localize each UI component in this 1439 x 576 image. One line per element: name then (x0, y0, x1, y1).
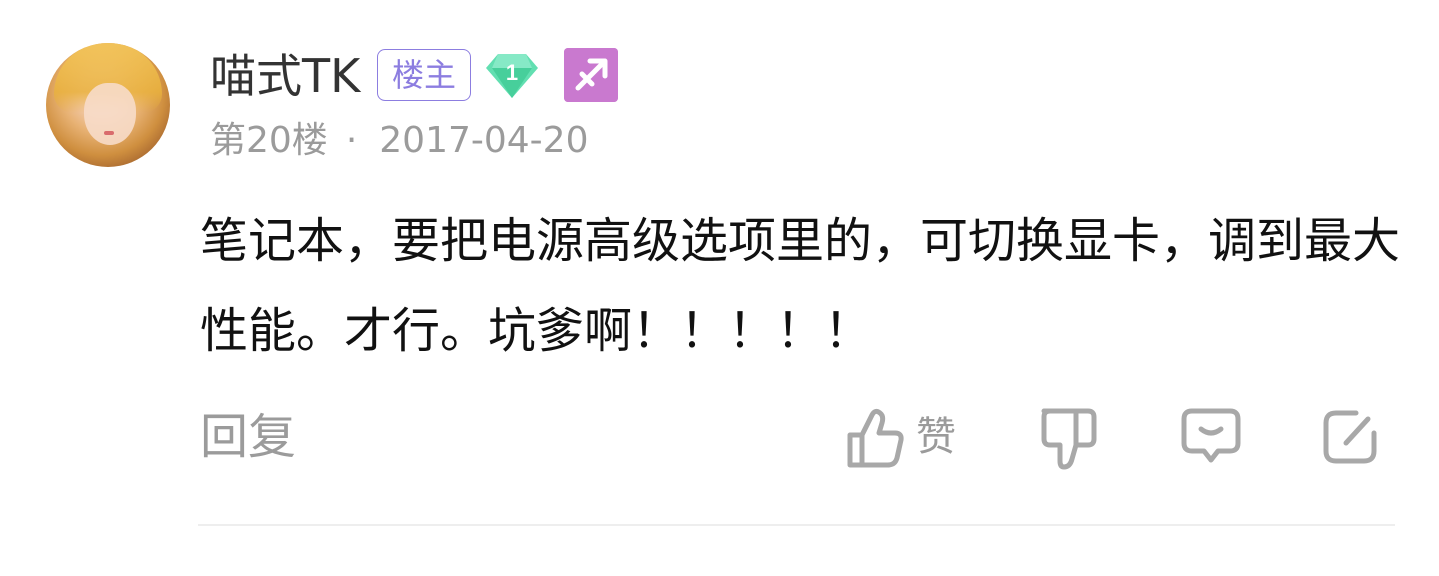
floor-number: 第20楼 (210, 120, 328, 161)
avatar-face (84, 83, 136, 145)
comment-button[interactable] (1180, 405, 1242, 471)
share-button[interactable] (1320, 405, 1380, 471)
post-date: 2017-04-20 (379, 120, 589, 161)
avatar-lip (104, 131, 114, 135)
post-meta: 第20楼 · 2017-04-20 (210, 116, 588, 166)
like-button[interactable]: 赞 (846, 405, 966, 471)
level-number: 1 (506, 60, 518, 85)
dislike-button[interactable] (1038, 405, 1098, 471)
post-content: 笔记本，要把电源高级选项里的，可切换显卡，调到最大性能。才行。坑爹啊！！！！！ (200, 213, 1401, 359)
share-icon (1323, 410, 1377, 464)
owner-badge: 楼主 (377, 49, 471, 101)
user-name[interactable]: 喵式TK (210, 48, 360, 104)
comment-bubble-icon (1181, 408, 1241, 463)
thumbs-up-icon (847, 408, 904, 468)
reply-button[interactable]: 回复 (200, 404, 296, 470)
green-gem-icon: 1 (486, 54, 538, 98)
divider (198, 524, 1395, 526)
sagittarius-icon (564, 48, 618, 102)
meta-separator: · (345, 120, 358, 161)
like-label: 赞 (916, 414, 956, 460)
thumbs-down-icon (1041, 408, 1097, 470)
avatar[interactable] (46, 43, 170, 167)
